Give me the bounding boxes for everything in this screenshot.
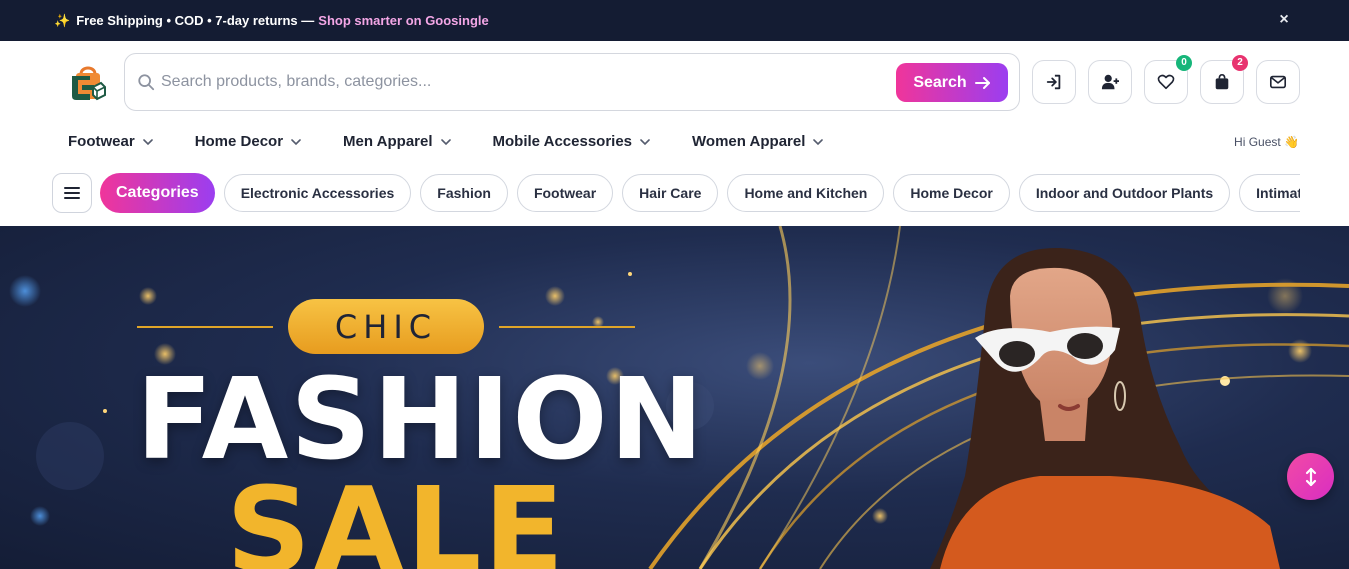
category-pill-hair-care[interactable]: Hair Care [622, 174, 719, 212]
main-navigation: Footwear Home Decor Men Apparel Mobile A… [68, 133, 865, 150]
nav-item-women-apparel[interactable]: Women Apparel [692, 133, 824, 150]
cart-count-badge: 2 [1232, 55, 1248, 71]
category-pill-home-decor[interactable]: Home Decor [893, 174, 1010, 212]
chevron-down-icon [813, 138, 824, 145]
search-button[interactable]: Search [896, 63, 1008, 102]
nav-item-label: Footwear [68, 133, 135, 150]
hero-tag: CHIC [288, 299, 484, 354]
shopping-bag-icon [1215, 73, 1229, 90]
scroll-vertical-icon [1305, 467, 1316, 486]
search-button-label: Search [913, 73, 967, 91]
hamburger-menu-icon [64, 187, 80, 199]
scroll-toggle-button[interactable] [1287, 453, 1334, 500]
nav-item-footwear[interactable]: Footwear [68, 133, 153, 150]
nav-item-home-decor[interactable]: Home Decor [195, 133, 301, 150]
hero-headline-primary: FASHION [136, 355, 706, 485]
nav-item-label: Mobile Accessories [492, 133, 633, 150]
login-icon [1046, 74, 1061, 90]
nav-item-mobile-accessories[interactable]: Mobile Accessories [493, 133, 651, 150]
wishlist-button[interactable]: 0 [1144, 55, 1192, 104]
menu-button[interactable] [52, 173, 92, 213]
nav-item-label: Home Decor [194, 133, 284, 150]
nav-item-label: Men Apparel [343, 133, 433, 150]
category-pill-intimates[interactable]: Intimates [1239, 174, 1300, 212]
search-bar: Search [124, 53, 1020, 111]
announcement-accent-link[interactable]: Shop smarter on Goosingle [318, 13, 488, 28]
arrow-right-icon [974, 76, 990, 89]
category-pill-electronic-accessories[interactable]: Electronic Accessories [223, 174, 412, 212]
search-icon [138, 74, 155, 91]
chevron-down-icon [142, 138, 153, 145]
category-bar: Categories Electronic Accessories Fashio… [52, 173, 1300, 213]
categories-button[interactable]: Categories [100, 173, 215, 213]
cart-button[interactable]: 2 [1200, 55, 1248, 104]
announcement-bar: ✨ Free Shipping • COD • 7-day returns — … [0, 0, 1349, 41]
heart-icon [1157, 74, 1175, 90]
site-logo[interactable] [68, 62, 108, 104]
wishlist-count-badge: 0 [1176, 55, 1192, 71]
chevron-down-icon [440, 138, 451, 145]
nav-item-label: Women Apparel [692, 133, 806, 150]
envelope-icon [1269, 75, 1287, 89]
category-pill-fashion[interactable]: Fashion [420, 174, 508, 212]
search-input[interactable] [161, 68, 881, 96]
guest-greeting: Hi Guest 👋 [1234, 135, 1299, 149]
close-announcement-button[interactable]: × [1275, 11, 1293, 29]
chevron-down-icon [291, 138, 301, 145]
category-pill-footwear[interactable]: Footwear [516, 174, 614, 212]
hero-banner[interactable]: CHIC FASHION SALE [0, 226, 1349, 569]
category-pill-indoor-outdoor-plants[interactable]: Indoor and Outdoor Plants [1018, 174, 1231, 212]
messages-button[interactable] [1256, 60, 1300, 104]
tag-divider-right [499, 326, 635, 328]
shopping-bag-logo-icon [72, 66, 106, 101]
site-header: Search 0 2 [0, 41, 1349, 226]
announcement-text: Free Shipping • COD • 7-day returns — [76, 13, 315, 28]
chevron-down-icon [640, 138, 650, 145]
login-button[interactable] [1032, 60, 1076, 104]
tag-divider-left [137, 326, 273, 328]
nav-item-men-apparel[interactable]: Men Apparel [343, 133, 451, 150]
register-button[interactable] [1088, 60, 1132, 104]
sparkles-icon: ✨ [54, 12, 71, 28]
category-pill-home-and-kitchen[interactable]: Home and Kitchen [727, 174, 885, 212]
hero-headline-secondary: SALE [226, 461, 567, 569]
user-plus-icon [1101, 74, 1119, 90]
